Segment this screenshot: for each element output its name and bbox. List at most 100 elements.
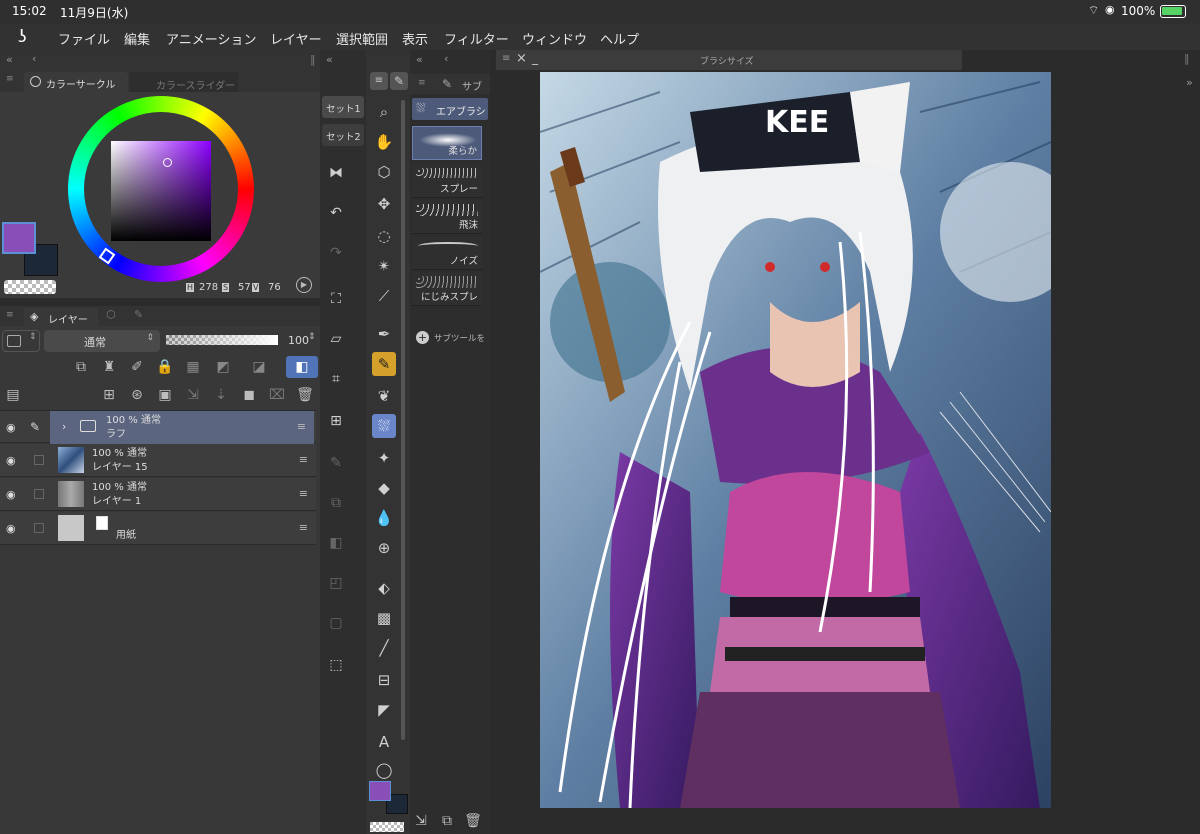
- eyedropper-icon[interactable]: ⟋: [372, 284, 396, 308]
- eye-icon[interactable]: ◉: [6, 421, 16, 434]
- apply-mask-icon[interactable]: ⌧: [266, 384, 288, 406]
- redo-icon[interactable]: ↷: [325, 242, 347, 264]
- brush-item[interactable]: ノイズ: [412, 236, 482, 270]
- tab-color-slider[interactable]: カラースライダー: [130, 72, 238, 92]
- transform-icon[interactable]: ▱: [325, 328, 347, 350]
- gradient-icon[interactable]: ▩: [372, 606, 396, 630]
- decoration-icon[interactable]: ✦: [372, 446, 396, 470]
- opacity-stepper-icon[interactable]: ⇕: [308, 332, 316, 342]
- layer-row[interactable]: ◉ 用紙 ≡: [0, 512, 316, 545]
- collapse-icon[interactable]: «: [416, 53, 423, 66]
- menu-selection[interactable]: 選択範囲: [336, 29, 388, 48]
- brush-item[interactable]: スプレー: [412, 164, 482, 198]
- new-raster-layer-icon[interactable]: ⊞: [98, 384, 120, 406]
- copy-disabled-icon[interactable]: ⧉: [325, 492, 347, 514]
- brush-tab-icon[interactable]: ✎: [134, 308, 143, 321]
- tab-color-circle[interactable]: カラーサークル: [24, 72, 128, 92]
- brush-tab-icon[interactable]: ✎: [390, 72, 408, 90]
- blend-icon[interactable]: 💧: [372, 506, 396, 530]
- zoom-icon[interactable]: ⌕: [372, 100, 396, 124]
- delete-sub-tool-icon[interactable]: 🗑: [462, 810, 484, 832]
- airbrush-icon[interactable]: ⛆: [372, 414, 396, 438]
- draft-layer-icon[interactable]: ✐: [126, 356, 148, 378]
- tool-scrollbar[interactable]: [401, 100, 405, 740]
- sub-tool-settings-icon[interactable]: ⇲: [410, 810, 432, 832]
- back-arrow-icon[interactable]: ‹: [32, 52, 36, 65]
- line-icon[interactable]: ╱: [372, 636, 396, 660]
- duplicate-sub-tool-icon[interactable]: ⧉: [436, 810, 458, 832]
- menu-view[interactable]: 表示: [402, 29, 428, 48]
- brush-icon[interactable]: ❦: [372, 384, 396, 408]
- flip-horizontal-icon[interactable]: ⧓: [325, 162, 347, 184]
- panel-menu-icon[interactable]: ≡: [502, 53, 510, 64]
- play-icon[interactable]: ▶: [296, 277, 312, 293]
- layer-color-icon[interactable]: ◧: [286, 356, 318, 378]
- dock-grip-icon[interactable]: ‖: [310, 53, 316, 66]
- tool-main-color-swatch[interactable]: [369, 781, 391, 801]
- set1-button[interactable]: セット1: [322, 96, 364, 118]
- panel-menu-icon[interactable]: ≡: [6, 310, 14, 320]
- sub-tool-group-header[interactable]: ⛆ エアブラシ: [412, 98, 488, 120]
- drag-handle-icon[interactable]: ≡: [299, 521, 308, 534]
- back-arrow-icon[interactable]: ‹: [444, 52, 448, 65]
- opacity-slider[interactable]: [166, 335, 278, 345]
- pen-edit-icon[interactable]: ✎: [30, 420, 40, 434]
- menu-edit[interactable]: 編集: [124, 29, 150, 48]
- sv-picker-handle[interactable]: [163, 158, 172, 167]
- collapse-icon[interactable]: «: [326, 53, 333, 66]
- pen-disabled-icon[interactable]: ✎: [325, 452, 347, 474]
- new-folder-icon[interactable]: ▣: [154, 384, 176, 406]
- hand-icon[interactable]: ✋: [372, 130, 396, 154]
- sub-tool-tab[interactable]: ≡ ✎ サブ: [410, 74, 490, 94]
- transparent-color-swatch[interactable]: [4, 280, 56, 294]
- eraser-icon[interactable]: ◆: [372, 476, 396, 500]
- expand-right-icon[interactable]: »: [1186, 76, 1193, 89]
- merge-down-icon[interactable]: ⇣: [210, 384, 232, 406]
- collapse-left-icon[interactable]: «: [6, 53, 13, 66]
- lasso-icon[interactable]: ◌: [372, 224, 396, 248]
- drag-handle-icon[interactable]: ≡: [299, 453, 308, 466]
- add-sub-tool-button[interactable]: + サブツールを: [416, 331, 488, 347]
- layer-checkbox[interactable]: [34, 523, 44, 533]
- menu-file[interactable]: ファイル: [58, 29, 110, 48]
- object-select-icon[interactable]: ⬡: [372, 160, 396, 184]
- tool-tab-icon[interactable]: ≡: [370, 72, 388, 90]
- clip-lower-layer-icon[interactable]: ⧉: [70, 356, 92, 378]
- mask-icon[interactable]: ◼: [238, 384, 260, 406]
- drag-handle-icon[interactable]: ≡: [299, 487, 308, 500]
- close-icon[interactable]: ×: [516, 51, 527, 66]
- canvas-artwork[interactable]: KEE: [540, 72, 1051, 808]
- panel-menu-icon[interactable]: ≡: [6, 74, 14, 84]
- new-vector-layer-icon[interactable]: ⊛: [126, 384, 148, 406]
- enable-mask-icon[interactable]: ◩: [212, 356, 234, 378]
- new-folder-add-icon[interactable]: ⊞: [325, 410, 347, 432]
- clear-disabled-icon[interactable]: ▢: [325, 612, 347, 634]
- figure-grid-icon[interactable]: ⊕: [372, 536, 396, 560]
- crop-icon[interactable]: ⛶: [325, 288, 347, 310]
- layer-settings-icon[interactable]: ▤: [2, 384, 24, 406]
- lock-layer-icon[interactable]: 🔒: [154, 356, 176, 378]
- fill-bucket-icon[interactable]: ⬖: [372, 576, 396, 600]
- layer-property-tab-icon[interactable]: ⬡: [106, 308, 116, 321]
- minimize-icon[interactable]: _: [532, 51, 538, 65]
- fill-disabled-icon[interactable]: ◧: [325, 532, 347, 554]
- transfer-to-lower-icon[interactable]: ⇲: [182, 384, 204, 406]
- brush-item-selected[interactable]: 柔らか: [412, 126, 482, 160]
- app-logo-icon[interactable]: ʖ: [18, 27, 27, 47]
- frame-icon[interactable]: ⊟: [372, 668, 396, 692]
- blend-mode-select[interactable]: 通常 ⇕: [44, 330, 160, 352]
- pencil-icon[interactable]: ✎: [372, 352, 396, 376]
- transform-disabled-icon[interactable]: ◰: [325, 572, 347, 594]
- tab-layer[interactable]: ◈ レイヤー: [24, 308, 98, 326]
- mesh-transform-icon[interactable]: ⌗: [325, 368, 347, 390]
- tool-transparent-swatch[interactable]: [370, 822, 404, 832]
- balloon-icon[interactable]: ◯: [372, 758, 396, 782]
- right-dock-grip-icon[interactable]: ‖: [1184, 52, 1190, 65]
- menu-window[interactable]: ウィンドウ: [522, 29, 587, 48]
- delete-layer-icon[interactable]: 🗑: [294, 384, 316, 406]
- layer-row[interactable]: ◉ ✎ › 100 % 通常 ラフ ≡: [0, 410, 316, 444]
- move-icon[interactable]: ✥: [372, 192, 396, 216]
- layer-checkbox[interactable]: [34, 455, 44, 465]
- menu-animation[interactable]: アニメーション: [166, 29, 256, 48]
- layer-color-toggle[interactable]: ⇕: [2, 330, 40, 352]
